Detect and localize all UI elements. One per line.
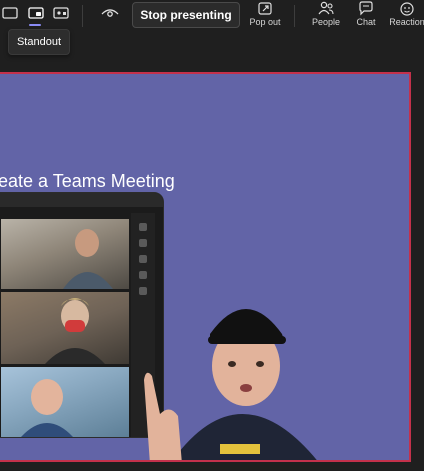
bottom-chrome xyxy=(0,462,424,471)
reactions-label: Reaction xyxy=(390,17,424,27)
toolbar-separator xyxy=(82,5,83,27)
side-by-side-button[interactable] xyxy=(52,5,70,21)
participant-avatar xyxy=(45,298,105,364)
pop-out-button[interactable]: Pop out xyxy=(248,0,282,34)
standout-active-indicator xyxy=(29,24,41,26)
rail-icon xyxy=(139,271,147,279)
toolbar-separator xyxy=(294,5,295,27)
tablet-status-bar xyxy=(0,193,163,207)
rail-icon xyxy=(139,223,147,231)
standout-tooltip: Standout xyxy=(8,29,70,55)
people-label: People xyxy=(311,17,341,27)
participant-avatar xyxy=(21,379,73,437)
pop-out-icon xyxy=(258,2,272,15)
tooltip-label: Standout xyxy=(16,36,62,48)
chat-label: Chat xyxy=(356,17,376,27)
laser-pointer-button[interactable] xyxy=(100,4,120,22)
content-only-button[interactable] xyxy=(1,5,19,21)
people-icon xyxy=(318,1,334,15)
pop-out-label: Pop out xyxy=(249,17,281,27)
reactions-icon xyxy=(400,2,414,16)
shared-content-stage: eate a Teams Meeting xyxy=(0,72,411,462)
reactions-button[interactable]: Reaction xyxy=(390,0,424,34)
meeting-participant-tile xyxy=(1,367,129,437)
people-button[interactable]: People xyxy=(310,0,342,34)
content-only-icon xyxy=(2,7,18,19)
chat-button[interactable]: Chat xyxy=(352,0,380,34)
rail-icon xyxy=(139,255,147,263)
meeting-participant-tile xyxy=(1,292,129,364)
slide-title: eate a Teams Meeting xyxy=(0,171,175,191)
standout-icon xyxy=(28,7,44,19)
chat-icon xyxy=(359,1,373,16)
side-by-side-icon xyxy=(53,7,69,19)
stop-presenting-button[interactable]: Stop presenting xyxy=(132,2,240,28)
participant-avatar xyxy=(63,229,113,289)
meeting-participant-tile xyxy=(1,219,129,289)
rail-icon xyxy=(139,239,147,247)
eye-icon xyxy=(101,9,119,17)
standout-button[interactable] xyxy=(27,5,45,21)
presenter-video xyxy=(144,309,317,460)
